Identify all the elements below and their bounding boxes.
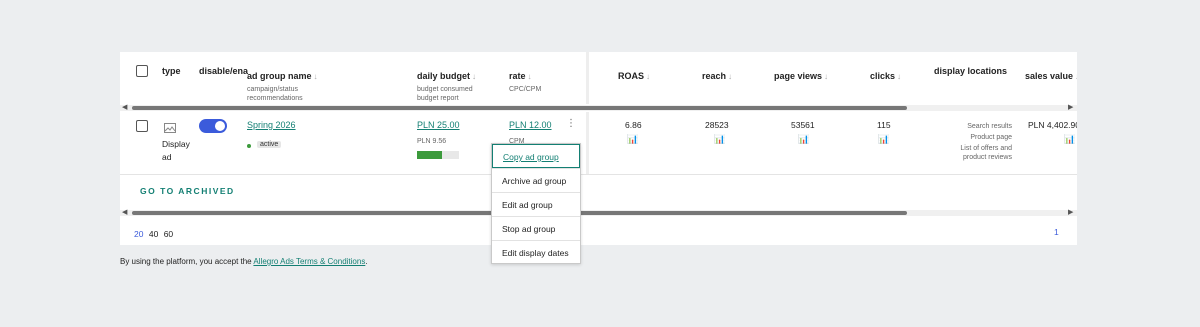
frozen-column-divider bbox=[586, 112, 589, 174]
header-type: type bbox=[162, 66, 181, 76]
more-options-icon[interactable]: ⋮ bbox=[566, 119, 576, 129]
header-ad-group-name-sub2: recommendations bbox=[247, 95, 303, 102]
ad-group-name-link[interactable]: Spring 2026 bbox=[247, 120, 296, 130]
header-daily-budget-sub2: budget report bbox=[417, 95, 459, 102]
chart-icon[interactable]: 📊 bbox=[878, 134, 889, 145]
ad-group-context-menu: Copy ad group Archive ad group Edit ad g… bbox=[491, 143, 581, 264]
sort-arrow-icon[interactable]: ↓ bbox=[528, 72, 532, 81]
menu-item-archive-ad-group[interactable]: Archive ad group bbox=[492, 168, 580, 192]
display-location-item: Product page bbox=[970, 134, 1012, 141]
enable-toggle[interactable] bbox=[199, 119, 227, 133]
header-disable-enable[interactable]: disable/ena bbox=[199, 66, 248, 76]
sort-arrow-icon[interactable]: ↓ bbox=[897, 72, 901, 81]
header-roas[interactable]: ROAS ↓ bbox=[618, 66, 650, 84]
header-daily-budget[interactable]: daily budget ↓ budget consumed budget rep… bbox=[417, 66, 476, 103]
frozen-column-divider bbox=[586, 52, 589, 104]
scroll-right-icon[interactable]: ▶ bbox=[1068, 103, 1073, 111]
menu-item-edit-ad-group[interactable]: Edit ad group bbox=[492, 192, 580, 216]
display-location-item: product reviews bbox=[962, 154, 1012, 161]
sales-value: PLN 4,402.90 bbox=[1028, 120, 1077, 130]
header-daily-budget-sub1: budget consumed bbox=[417, 86, 473, 93]
rate-link[interactable]: PLN 12.00 bbox=[509, 120, 552, 130]
sort-arrow-icon[interactable]: ↓ bbox=[728, 72, 732, 81]
image-icon bbox=[164, 120, 176, 133]
horizontal-scrollbar-bottom[interactable]: ◀ ▶ bbox=[120, 208, 1077, 216]
header-reach[interactable]: reach ↓ bbox=[702, 66, 732, 84]
menu-item-edit-display-dates[interactable]: Edit display dates bbox=[492, 240, 580, 264]
budget-progress-bar bbox=[417, 151, 459, 159]
sort-arrow-icon[interactable]: ↓ bbox=[1075, 72, 1077, 81]
header-ad-group-name-sub1: campaign/status bbox=[247, 86, 298, 93]
display-location-item: Search results bbox=[967, 123, 1012, 130]
scroll-left-icon[interactable]: ◀ bbox=[122, 208, 127, 216]
reach-value: 28523 bbox=[705, 120, 729, 130]
row-divider bbox=[120, 174, 1077, 175]
chart-icon[interactable]: 📊 bbox=[714, 134, 725, 145]
terms-link[interactable]: Allegro Ads Terms & Conditions bbox=[253, 257, 365, 266]
select-all-checkbox[interactable] bbox=[136, 65, 148, 77]
scroll-right-icon[interactable]: ▶ bbox=[1068, 208, 1073, 216]
page-views-value: 53561 bbox=[791, 120, 815, 130]
scroll-left-icon[interactable]: ◀ bbox=[122, 103, 127, 111]
go-to-archived-link[interactable]: GO TO ARCHIVED bbox=[140, 186, 235, 196]
page-size-option[interactable]: 60 bbox=[164, 229, 173, 239]
header-display-locations: display locations bbox=[934, 66, 1008, 76]
menu-item-stop-ad-group[interactable]: Stop ad group bbox=[492, 216, 580, 240]
chart-icon[interactable]: 📊 bbox=[1064, 134, 1075, 145]
header-clicks[interactable]: clicks ↓ bbox=[870, 66, 901, 84]
display-location-item: List of offers and bbox=[960, 145, 1012, 152]
sort-arrow-icon[interactable]: ↓ bbox=[472, 72, 476, 81]
sort-arrow-icon[interactable]: ↓ bbox=[646, 72, 650, 81]
terms-footer: By using the platform, you accept the Al… bbox=[120, 257, 368, 266]
page-size-option[interactable]: 40 bbox=[149, 229, 158, 239]
sort-arrow-icon[interactable]: ↓ bbox=[314, 72, 318, 81]
header-sales-value[interactable]: sales value↓ bbox=[1025, 66, 1077, 84]
footer-text: By using the platform, you accept the bbox=[120, 257, 254, 266]
page-size-selector: 20 40 60 bbox=[134, 229, 173, 239]
header-rate[interactable]: rate ↓ CPC/CPM bbox=[509, 66, 541, 94]
header-page-views[interactable]: page views ↓ bbox=[774, 66, 828, 84]
toggle-knob bbox=[215, 121, 225, 131]
budget-consumed-value: PLN 9.56 bbox=[417, 138, 447, 145]
campaign-table-card: type disable/ena ad group name ↓ campaign… bbox=[120, 52, 1077, 245]
page-number[interactable]: 1 bbox=[1054, 227, 1059, 237]
status-dot-icon bbox=[247, 144, 251, 148]
footer-text-end: . bbox=[365, 257, 368, 266]
menu-item-copy-ad-group[interactable]: Copy ad group bbox=[492, 144, 580, 168]
display-locations-list: Search results Product page List of offe… bbox=[928, 122, 1012, 162]
sort-arrow-icon[interactable]: ↓ bbox=[824, 72, 828, 81]
row-type: Display ad bbox=[162, 139, 190, 162]
daily-budget-link[interactable]: PLN 25.00 bbox=[417, 120, 460, 130]
page-size-option[interactable]: 20 bbox=[134, 229, 143, 239]
header-ad-group-name[interactable]: ad group name ↓ campaign/status recommend… bbox=[247, 66, 318, 103]
row-checkbox[interactable] bbox=[136, 120, 148, 132]
header-rate-sub: CPC/CPM bbox=[509, 86, 542, 93]
chart-icon[interactable]: 📊 bbox=[798, 134, 809, 145]
clicks-value: 115 bbox=[877, 120, 891, 130]
scrollbar-thumb[interactable] bbox=[132, 106, 907, 110]
roas-value: 6.86 bbox=[625, 120, 642, 130]
chart-icon[interactable]: 📊 bbox=[627, 134, 638, 145]
budget-progress-fill bbox=[417, 151, 443, 159]
horizontal-scrollbar-top[interactable]: ◀ ▶ bbox=[120, 103, 1077, 111]
status-badge: active bbox=[257, 141, 282, 148]
